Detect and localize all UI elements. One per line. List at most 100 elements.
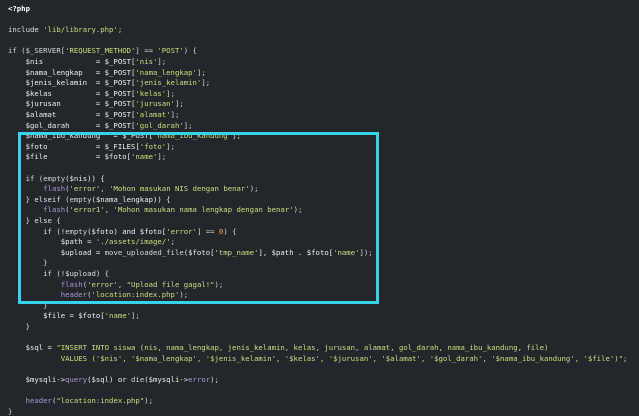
code-token: ); <box>293 205 303 215</box>
code-token: , <box>117 279 127 289</box>
code-token: 'nama_lengkap' <box>135 67 197 77</box>
code-line: flash('error1', 'Mohon masukan nama leng… <box>8 205 302 214</box>
code-line: $sql = "INSERT INTO siswa (nis, nama_len… <box>8 343 549 353</box>
code-token: ]; <box>157 57 167 66</box>
code-token: $file = $foto[ <box>8 311 105 321</box>
code-token: $foto = $_FILES[ <box>8 141 140 151</box>
code-token: 'error' <box>69 184 101 194</box>
code-token: 'jenis_kelamin' <box>135 78 202 88</box>
code-token: $kelas = $_POST[ <box>8 88 136 98</box>
code-token: if ($_SERVER[ <box>8 46 66 56</box>
code-token: ]; <box>157 152 167 162</box>
code-line: $nama_ibu_kandung = $_POST['nama_ibu_kan… <box>8 131 241 140</box>
code-line: $jurusan = $_POST['jurusan']; <box>8 99 184 108</box>
code-token: include <box>8 25 44 35</box>
code-line: $file = $foto['name']; <box>8 311 140 320</box>
code-token: if (!$upload) { <box>8 269 110 278</box>
code-token: error <box>188 375 211 384</box>
code-token: $nama_ibu_kandung = $_POST[ <box>8 131 153 141</box>
code-token: ]; <box>183 120 193 130</box>
code-token: "location:index.php" <box>56 396 145 406</box>
code-line: $kelas = $_POST['kelas']; <box>8 89 175 98</box>
code-line: if (empty($nis)) { <box>8 174 105 183</box>
code-editor[interactable]: <?php include 'lib/library.php'; if ($_SER… <box>0 0 639 416</box>
code-line: $alamat = $_POST['alamat']; <box>8 110 180 119</box>
code-line: if ($_SERVER['REQUEST_METHOD'] == 'POST'… <box>8 46 197 55</box>
code-line: $nama_lengkap = $_POST['nama_lengkap']; <box>8 68 206 77</box>
code-line: if (!$upload) { <box>8 269 109 278</box>
code-token: $file = $foto[ <box>8 152 132 162</box>
code-token: ); <box>249 184 259 194</box>
code-token: ]; <box>166 88 175 98</box>
code-token: ($nis)) { <box>65 173 105 183</box>
code-token: die <box>131 375 145 384</box>
code-token: flash <box>43 184 66 194</box>
code-token: 'Mohon masukan nama lengkap dengan benar… <box>113 205 294 215</box>
code-token: 'alamat' <box>135 110 171 119</box>
code-token: ; <box>623 353 628 363</box>
code-token: ) { <box>183 46 197 56</box>
code-line: $jenis_kelamin = $_POST['jenis_kelamin']… <box>8 78 211 88</box>
code-line: } <box>8 322 30 331</box>
code-token: VALUES ('$nis', '$nama_lengkap', '$jenis… <box>8 353 624 363</box>
code-line: header("location:index.php"); <box>8 396 153 405</box>
code-token: 'error' <box>166 226 197 236</box>
code-token: "INSERT INTO siswa (nis, nama_lengkap, j… <box>56 343 549 353</box>
code-token: header <box>25 396 52 406</box>
code-token: ]; <box>174 99 184 109</box>
code-token: move_uploaded_file <box>104 247 184 257</box>
code-token: ($mysqli-> <box>144 375 189 384</box>
code-line: } <box>8 407 12 416</box>
code-token: $mysqli-> <box>8 375 66 384</box>
code-token: 'REQUEST_METHOD' <box>65 46 136 56</box>
code-token: ] == <box>196 226 219 236</box>
code-token: } <box>8 322 30 331</box>
code-token: } else { <box>8 216 61 225</box>
code-token: ($sql) or <box>87 375 132 384</box>
code-token: $sql = <box>8 343 57 353</box>
code-token: if (! <box>8 226 66 236</box>
code-line: VALUES ('$nis', '$nama_lengkap', '$jenis… <box>8 353 628 363</box>
code-token: flash <box>43 205 66 215</box>
code-line: if (!empty($foto) and $foto['error'] == … <box>8 226 237 236</box>
code-line: flash('error', "Upload file gagal!"); <box>8 279 224 289</box>
code-line: } else { <box>8 216 61 225</box>
code-line: $upload = move_uploaded_file($foto['tmp_… <box>8 248 373 257</box>
code-token: } <box>8 300 48 310</box>
code-line: } <box>8 258 48 268</box>
code-token: ($nama_lengkap)) { <box>91 194 171 204</box>
code-token: ); <box>210 375 219 384</box>
code-token: ]; <box>166 141 175 151</box>
code-token: $jurusan = $_POST[ <box>8 99 136 109</box>
code-token: 'kelas' <box>135 88 167 98</box>
code-token: $path = <box>8 237 96 247</box>
code-token: query <box>65 375 88 384</box>
code-token: 'Mohon masukan NIS dengan benar' <box>109 184 250 194</box>
code-line: $file = $foto['name']; <box>8 152 167 162</box>
code-line: $gol_darah = $_POST['gol_darah']; <box>8 121 193 130</box>
code-token: ) { <box>223 226 237 236</box>
code-token: } <box>8 406 13 416</box>
code-token: $gol_darah = $_POST[ <box>8 120 136 130</box>
code-line: header('location:index.php'); <box>8 290 188 299</box>
code-token: empty <box>65 226 88 236</box>
code-token: ]; <box>232 131 241 141</box>
code-token: 'error1' <box>69 205 105 215</box>
code-token: "Upload file gagal!" <box>126 279 215 289</box>
code-token: './assets/image/' <box>95 237 171 247</box>
code-token: flash <box>60 279 83 289</box>
code-line: <?php <box>8 4 30 13</box>
code-token: ]; <box>196 67 206 77</box>
code-line: include 'lib/library.php'; <box>8 25 122 34</box>
code-token: ]; <box>170 110 180 119</box>
code-token: ; <box>170 237 175 247</box>
code-token: } <box>8 258 48 268</box>
code-line: flash('error', 'Mohon masukan NIS dengan… <box>8 184 258 193</box>
code-line: $path = './assets/image/'; <box>8 237 175 246</box>
code-token: ($foto[ <box>183 247 215 257</box>
code-token: 'name' <box>131 152 158 162</box>
